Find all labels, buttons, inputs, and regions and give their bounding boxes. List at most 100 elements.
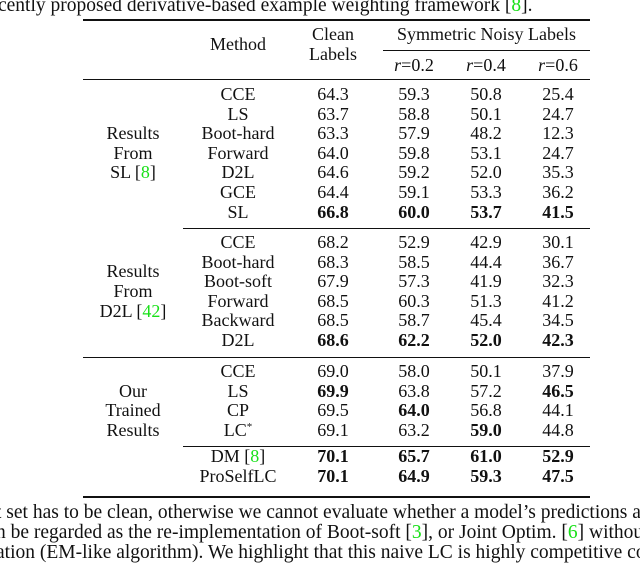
method-cell: Forward: [183, 290, 293, 312]
method-cell: CCE: [183, 361, 293, 382]
method-name: CCE: [220, 84, 256, 104]
value-cell: 32.3: [542, 271, 574, 292]
citation-link[interactable]: 6: [568, 522, 578, 543]
value-cell: 45.4: [470, 310, 502, 331]
value-cell: 65.7: [398, 446, 430, 467]
value-cell: 35.3: [542, 162, 574, 183]
group-label-text: Our: [119, 380, 147, 401]
value-cell: 63.8: [398, 380, 430, 401]
citation-link[interactable]: 8: [250, 446, 259, 467]
value-cell: 41.2: [542, 290, 574, 311]
method-cell: DM [8]: [183, 447, 293, 467]
header-clean-line2: Labels: [309, 44, 357, 64]
method-cell: Backward: [183, 311, 293, 331]
value-cell: 46.5: [542, 380, 574, 401]
header-r-0.6: r=0.6: [538, 55, 578, 75]
value-cell: 50.1: [470, 361, 502, 381]
method-name: CCE: [220, 232, 256, 252]
value-cell: 68.6: [317, 330, 349, 350]
value-cell: 63.3: [317, 123, 349, 144]
value-cell: 36.7: [542, 251, 574, 272]
value-cell: 41.9: [470, 271, 502, 292]
citation-link[interactable]: 8: [141, 162, 150, 183]
value-cell: 59.8: [398, 142, 430, 163]
value-cell: 63.2: [398, 419, 430, 440]
group-label-text: Results: [106, 123, 160, 144]
value-cell: 41.5: [542, 201, 574, 222]
method-name: Forward: [207, 142, 269, 163]
value-cell: 53.7: [470, 201, 502, 222]
group-label-line: SL [8]: [83, 163, 183, 183]
value-cell: 69.9: [317, 380, 349, 401]
method-cell: D2L: [183, 330, 293, 351]
group-label-text: Results: [106, 261, 160, 282]
method-name: Boot-soft: [203, 271, 272, 292]
method-cell: CCE: [183, 232, 293, 253]
value-cell: 64.0: [317, 142, 349, 163]
bracket: ]: [259, 446, 266, 467]
value-cell: 47.5: [542, 466, 574, 486]
value-cell: 68.3: [317, 251, 349, 272]
method-name: ProSelfLC: [199, 466, 277, 486]
value-cell: 59.3: [470, 466, 502, 486]
value-cell: 24.7: [542, 103, 574, 124]
method-name: Boot-hard: [201, 251, 275, 272]
method-name: GCE: [220, 182, 256, 202]
bracket: ]: [149, 162, 156, 183]
value-cell: 64.6: [317, 162, 349, 183]
group-label-line: Results: [83, 420, 183, 441]
value-cell: 52.9: [542, 446, 574, 467]
method-cell: LS: [183, 381, 293, 402]
method-name: Backward: [201, 310, 275, 331]
value-cell: 70.1: [317, 446, 349, 467]
method-cell: LC*: [183, 420, 293, 441]
value-cell: 50.1: [470, 103, 502, 124]
header-method: Method: [210, 34, 266, 54]
bottom-paragraph-line-3: ation (EM-like algorithm). We highlight …: [0, 542, 640, 563]
bracket: ]: [160, 300, 167, 321]
value-cell: 25.4: [542, 84, 574, 104]
group-label-text: SL [: [110, 162, 141, 183]
method-name: Forward: [207, 290, 269, 311]
table-top-rule: [83, 19, 590, 21]
citation-link[interactable]: 42: [142, 301, 160, 321]
top-text-after: ].: [521, 0, 533, 16]
value-cell: 60.3: [398, 290, 430, 311]
group-label-line: D2L [42]: [83, 300, 183, 322]
citation-link[interactable]: 3: [412, 522, 422, 543]
group-label-text: From: [113, 281, 153, 301]
method-cell: Forward: [183, 142, 293, 164]
value-cell: 59.3: [398, 84, 430, 104]
method-cell: GCE: [183, 182, 293, 203]
value-cell: 59.0: [470, 419, 502, 440]
value-cell: 44.4: [470, 251, 502, 272]
group-label-text: Trained: [105, 400, 161, 421]
group-label-line: Our: [83, 380, 183, 402]
group-label-line: Trained: [83, 401, 183, 421]
header-r-0.4: r=0.4: [466, 55, 506, 75]
method-cell: ProSelfLC: [183, 466, 293, 487]
value-cell: 57.2: [470, 380, 502, 401]
group2-bottom-rule: [83, 357, 590, 358]
group-label-text: D2L [: [99, 300, 143, 321]
method-cell: Boot-soft: [183, 271, 293, 292]
value-cell: 59.2: [398, 162, 430, 183]
value-cell: 52.0: [470, 330, 502, 350]
table-bottom-rule: [83, 496, 590, 498]
value-cell: 68.2: [317, 232, 349, 252]
value-cell: 58.8: [398, 103, 430, 124]
value-cell: 68.5: [317, 310, 349, 331]
citation-link[interactable]: 8: [511, 0, 521, 16]
bottom-paragraph-line-1: t set has to be clean, otherwise we cann…: [0, 502, 640, 523]
value-cell: 60.0: [398, 201, 430, 222]
value-cell: 69.5: [317, 400, 349, 421]
value-cell: 36.2: [542, 182, 574, 202]
group-label-text: From: [113, 142, 153, 163]
value-cell: 44.1: [542, 400, 574, 421]
value-cell: 61.0: [470, 446, 502, 467]
method-name: D2L: [221, 330, 255, 350]
top-paragraph-line: cently proposed derivative-based example…: [0, 0, 532, 16]
value-cell: 64.0: [398, 400, 430, 421]
value-cell: 57.9: [398, 123, 430, 144]
noisy-group-cmidrule: [383, 50, 590, 51]
